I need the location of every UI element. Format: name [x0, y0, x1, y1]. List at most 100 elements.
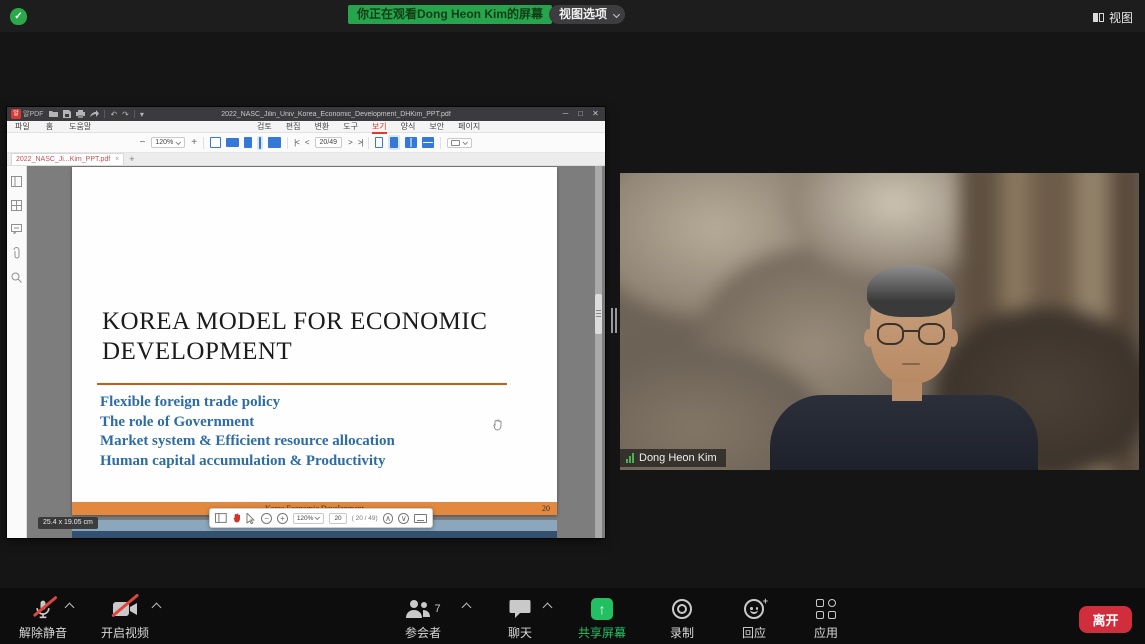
participant-name-tag: Dong Heon Kim [620, 449, 726, 467]
scrollbar-thumb[interactable] [595, 294, 602, 334]
watching-screen-banner: 你正在观看Dong Heon Kim的屏幕 [348, 5, 552, 24]
zoom-out-circle-button[interactable]: − [261, 513, 272, 524]
print-icon[interactable] [76, 110, 85, 118]
zoom-in-circle-button[interactable]: + [277, 513, 288, 524]
glasses [877, 323, 945, 347]
unmute-label: 解除静音 [19, 624, 67, 641]
ribbon-tab-edit[interactable]: 편집 [286, 121, 301, 134]
participant-video-tile[interactable]: Dong Heon Kim [620, 173, 1139, 470]
record-button[interactable]: 录制 [647, 596, 717, 641]
participants-options-chevron[interactable] [462, 603, 472, 613]
app-name: 알PDF [23, 109, 43, 119]
attachments-panel-icon[interactable] [12, 247, 21, 259]
chevron-down-icon [176, 139, 182, 145]
fit-page-selected[interactable] [257, 136, 263, 150]
divider [287, 137, 288, 149]
more-view-options[interactable] [447, 138, 472, 148]
open-folder-icon[interactable] [49, 110, 58, 118]
ribbon-tab-pages[interactable]: 페이지 [458, 121, 480, 134]
share-icon[interactable] [90, 110, 99, 118]
sidebar-toggle-icon[interactable] [215, 513, 227, 523]
prev-page-button[interactable]: < [305, 138, 309, 147]
security-shield-icon[interactable]: ✓ [10, 8, 27, 25]
hand-tool-icon[interactable] [232, 512, 242, 524]
participants-icon [405, 598, 431, 620]
document-tab[interactable]: 2022_NASC_Ji...Kim_PPT.pdf × [11, 153, 124, 165]
reactions-button[interactable]: + 回应 [719, 596, 789, 641]
select-tool-icon[interactable] [246, 513, 256, 524]
view-label: 视图 [1109, 9, 1133, 26]
ribbon-tab-tools[interactable]: 도구 [343, 121, 358, 134]
slide-bullet: Human capital accumulation & Productivit… [100, 452, 520, 472]
chat-button[interactable]: 聊天 [485, 596, 555, 641]
document-title: 2022_NASC_Jilin_Univ_Korea_Economic_Deve… [127, 111, 545, 118]
ribbon-tab-forms[interactable]: 양식 [401, 121, 416, 134]
pdf-floating-toolbar: − + 120% 20 ( 20 / 49) ∧ ∨ [209, 508, 433, 528]
vertical-scrollbar[interactable] [595, 166, 602, 538]
actual-size-icon[interactable] [210, 137, 221, 148]
search-panel-icon[interactable] [11, 272, 22, 283]
first-page-button[interactable]: |< [294, 138, 299, 147]
person-torso [770, 395, 1038, 470]
share-screen-button[interactable]: ↑ 共享屏幕 [567, 596, 637, 641]
fit-width-icon[interactable] [226, 138, 239, 147]
floating-page-input[interactable]: 20 [329, 513, 346, 524]
document-tab-row: 2022_NASC_Ji...Kim_PPT.pdf × + [7, 153, 605, 166]
close-tab-icon[interactable]: × [115, 154, 119, 165]
view-button[interactable]: 视图 [1093, 9, 1133, 26]
single-page-icon[interactable] [375, 137, 383, 148]
slide-page-20: KOREA MODEL FOR ECONOMIC DEVELOPMENT Fle… [72, 167, 557, 515]
ribbon-tab-convert[interactable]: 변환 [314, 121, 329, 134]
slide-bullet: Flexible foreign trade policy [100, 393, 520, 413]
start-video-label: 开启视频 [101, 624, 149, 641]
view-options-button[interactable]: 视图选项 [549, 5, 625, 24]
two-page-icon[interactable] [405, 137, 417, 148]
comments-panel-icon[interactable] [11, 224, 22, 234]
view-options-label: 视图选项 [559, 7, 607, 21]
ribbon-tab-view[interactable]: 보기 [372, 121, 387, 134]
save-icon[interactable] [63, 110, 71, 118]
minimize-button[interactable]: ─ [558, 107, 573, 121]
zoom-out-button[interactable]: − [140, 137, 146, 149]
person-head [870, 271, 952, 383]
fit-visible-icon[interactable] [268, 137, 281, 148]
page-number-input[interactable]: 20/49 [315, 137, 343, 148]
divider [440, 137, 441, 149]
menu-help[interactable]: 도움말 [69, 121, 91, 132]
zoom-level-select[interactable]: 120% [151, 137, 185, 148]
menu-file[interactable]: 파일 [15, 121, 30, 132]
participants-button[interactable]: 7 参会者 [388, 596, 458, 641]
keyboard-panel-icon[interactable] [414, 514, 427, 523]
last-page-button[interactable]: >| [358, 138, 363, 147]
undo-icon[interactable]: ↶ [110, 110, 117, 119]
slide-title: KOREA MODEL FOR ECONOMIC DEVELOPMENT [102, 307, 514, 366]
leave-meeting-button[interactable]: 离开 [1079, 606, 1132, 633]
menu-home[interactable]: 홈 [46, 121, 53, 132]
divider [104, 110, 105, 118]
document-tab-label: 2022_NASC_Ji...Kim_PPT.pdf [16, 154, 110, 165]
next-page-button[interactable]: > [348, 138, 352, 147]
start-video-button[interactable]: 开启视频 [90, 596, 160, 641]
apps-button[interactable]: 应用 [791, 596, 861, 641]
thumbnails-panel-icon[interactable] [11, 176, 22, 187]
slide-bullet: Market system & Efficient resource alloc… [100, 432, 520, 452]
record-icon [672, 599, 692, 619]
ribbon-tab-review[interactable]: 검토 [257, 121, 272, 134]
slide-bullet: The role of Government [100, 413, 520, 433]
maximize-button[interactable]: □ [573, 107, 588, 121]
chevron-down-icon [463, 139, 469, 145]
split-drag-handle[interactable] [611, 308, 617, 333]
chevron-down-icon [315, 514, 321, 520]
zoom-in-button[interactable]: + [191, 137, 197, 149]
fit-height-icon[interactable] [244, 137, 252, 148]
page-total-label: ( 20 / 49) [352, 515, 378, 522]
close-button[interactable]: ✕ [588, 107, 603, 121]
ribbon-tab-security[interactable]: 보안 [429, 121, 444, 134]
new-tab-button[interactable]: + [129, 153, 134, 165]
page-down-button[interactable]: ∨ [398, 513, 409, 524]
four-page-icon[interactable] [422, 137, 434, 148]
bookmarks-panel-icon[interactable] [11, 200, 22, 211]
floating-zoom-select[interactable]: 120% [293, 513, 325, 524]
continuous-selected[interactable] [388, 135, 400, 150]
page-up-button[interactable]: ∧ [383, 513, 394, 524]
